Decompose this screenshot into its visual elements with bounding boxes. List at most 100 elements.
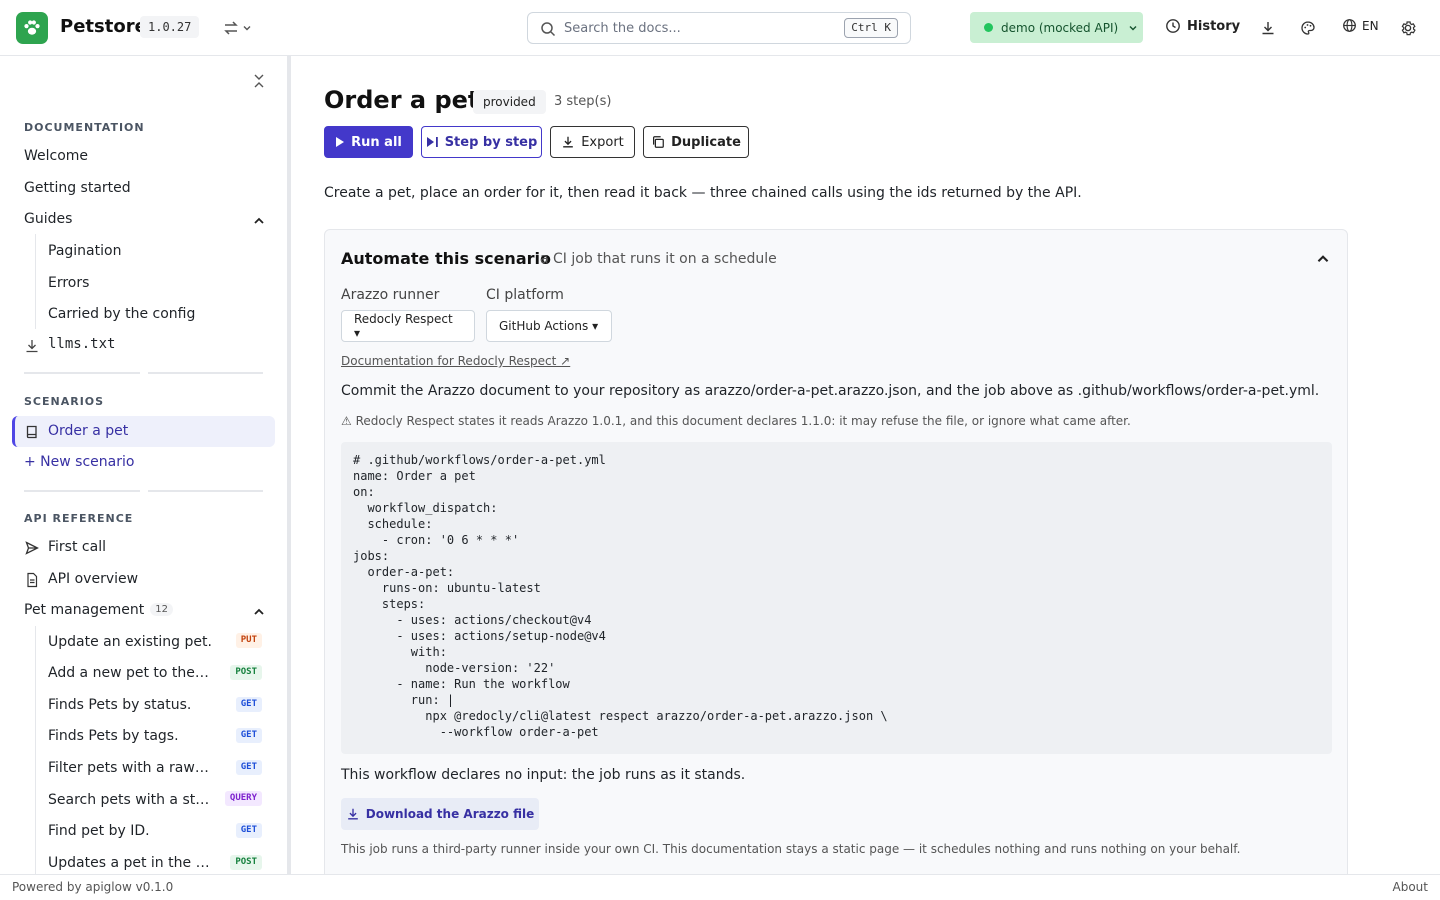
sidebar-item-welcome[interactable]: Welcome: [24, 148, 88, 164]
export-button[interactable]: Export: [550, 126, 635, 158]
run-all-button[interactable]: Run all: [324, 126, 413, 158]
automate-subtitle: a CI job that runs it on a schedule: [540, 251, 777, 267]
workflow-code-block[interactable]: # .github/workflows/order-a-pet.yml name…: [341, 442, 1332, 754]
search-box[interactable]: Ctrl K: [527, 12, 911, 44]
document-icon: [24, 572, 40, 588]
about-link[interactable]: About: [1393, 880, 1428, 894]
documentation-heading: DOCUMENTATION: [24, 121, 145, 134]
duplicate-label: Duplicate: [671, 134, 741, 150]
operation-item[interactable]: Updates a pet in the store.: [48, 855, 213, 871]
paw-logo-icon[interactable]: [16, 12, 48, 44]
step-forward-icon: [426, 137, 438, 147]
divider: [24, 372, 140, 374]
duplicate-button[interactable]: Duplicate: [643, 126, 749, 158]
download-arazzo-button[interactable]: Download the Arazzo file: [341, 798, 539, 830]
platform-value: GitHub Actions: [499, 319, 589, 333]
settings-gear-icon[interactable]: [1399, 19, 1417, 37]
book-icon: [24, 424, 40, 440]
export-label: Export: [581, 134, 624, 150]
automate-panel: Automate this scenario a CI job that run…: [324, 229, 1348, 889]
guides-tree-line: [35, 234, 36, 329]
method-badge: GET: [235, 697, 262, 712]
play-icon: [336, 137, 345, 147]
caret-down-icon: ▾: [354, 326, 361, 340]
version-warning: ⚠ Redocly Respect states it reads Arazzo…: [341, 414, 1131, 428]
chevron-down-icon: [243, 26, 251, 31]
operation-item[interactable]: Search pets with a structured query.: [48, 792, 213, 808]
history-label: History: [1187, 18, 1241, 34]
automate-title: Automate this scenario: [341, 249, 551, 268]
status-dot: [984, 23, 993, 32]
download-icon: [347, 808, 358, 820]
step-by-step-button[interactable]: Step by step: [421, 126, 542, 158]
provided-badge: provided: [473, 90, 546, 114]
sidebar-item-first-call[interactable]: First call: [48, 539, 106, 555]
caret-down-icon: ▾: [592, 319, 599, 333]
theme-palette-icon[interactable]: [1299, 19, 1317, 37]
operation-item[interactable]: Add a new pet to the store.: [48, 665, 213, 681]
pet-management-label: Pet management: [24, 602, 145, 618]
operation-item[interactable]: Find pet by ID.: [48, 823, 213, 839]
sidebar-item-guides[interactable]: Guides: [24, 211, 72, 227]
method-badge: QUERY: [224, 791, 262, 806]
sidebar-item-llms-txt[interactable]: llms.txt: [48, 336, 115, 352]
language-selector[interactable]: EN: [1342, 18, 1379, 33]
sidebar-item-getting-started[interactable]: Getting started: [24, 180, 131, 196]
environment-label: demo (mocked API): [1001, 20, 1119, 35]
sidebar: DOCUMENTATION Welcome Getting started Gu…: [0, 56, 288, 874]
operation-item[interactable]: Filter pets with a raw query.: [48, 760, 213, 776]
powered-by[interactable]: Powered by apiglow v0.1.0: [12, 880, 173, 894]
runner-value: Redocly Respect: [354, 312, 453, 326]
scenarios-heading: SCENARIOS: [24, 395, 105, 408]
sidebar-item-errors[interactable]: Errors: [48, 275, 89, 291]
chevron-up-icon[interactable]: [252, 604, 266, 618]
method-badge: POST: [230, 855, 262, 870]
method-badge: GET: [235, 760, 262, 775]
download-icon: [24, 338, 40, 354]
top-bar: Petstore 1.0.27 Ctrl K demo (mocked API)…: [0, 0, 1440, 56]
operation-item[interactable]: Finds Pets by status.: [48, 697, 213, 713]
sidebar-scrollbar[interactable]: [288, 56, 291, 874]
operations-tree-line: [35, 626, 36, 874]
runner-label: Arazzo runner: [341, 287, 440, 303]
chevron-up-icon[interactable]: [1315, 251, 1331, 267]
search-shortcut-hint: Ctrl K: [844, 18, 898, 38]
divider: [148, 372, 263, 374]
swap-arrows-icon: [224, 21, 238, 35]
sidebar-item-order-a-pet[interactable]: Order a pet: [48, 423, 128, 439]
search-icon: [541, 22, 556, 37]
sidebar-item-pagination[interactable]: Pagination: [48, 243, 121, 259]
new-scenario-link[interactable]: + New scenario: [24, 454, 134, 470]
operation-item[interactable]: Update an existing pet.: [48, 634, 213, 650]
search-input[interactable]: [564, 18, 834, 38]
version-badge: 1.0.27: [140, 16, 200, 38]
brand-name[interactable]: Petstore: [60, 16, 147, 37]
version-switch-button[interactable]: [222, 17, 258, 39]
method-badge: GET: [235, 728, 262, 743]
send-icon: [24, 540, 40, 556]
steps-count: 3 step(s): [554, 94, 612, 109]
language-label: EN: [1362, 18, 1379, 33]
collapse-sidebar-icon[interactable]: [250, 72, 268, 90]
chevron-down-icon: [1129, 25, 1137, 30]
globe-icon: [1343, 19, 1356, 32]
environment-selector[interactable]: demo (mocked API): [970, 12, 1143, 43]
download-icon[interactable]: [1259, 19, 1277, 37]
sidebar-item-api-overview[interactable]: API overview: [48, 571, 138, 587]
scenario-description: Create a pet, place an order for it, the…: [324, 185, 1082, 201]
method-badge: GET: [235, 823, 262, 838]
platform-select[interactable]: GitHub Actions ▾: [486, 310, 612, 342]
commit-instructions: Commit the Arazzo document to your repos…: [341, 383, 1320, 399]
no-input-note: This workflow declares no input: the job…: [341, 767, 746, 783]
operation-item[interactable]: Finds Pets by tags.: [48, 728, 213, 744]
clock-icon: [1166, 19, 1180, 33]
divider: [24, 490, 140, 492]
chevron-up-icon[interactable]: [252, 213, 266, 227]
sidebar-item-carried-by-config[interactable]: Carried by the config: [48, 306, 195, 322]
runner-select[interactable]: Redocly Respect ▾: [341, 310, 475, 342]
sidebar-item-pet-management[interactable]: Pet management 12: [24, 602, 174, 618]
platform-label: CI platform: [486, 287, 564, 303]
history-button[interactable]: History: [1165, 18, 1240, 34]
runner-docs-link[interactable]: Documentation for Redocly Respect ↗: [341, 354, 570, 368]
method-badge: POST: [230, 665, 262, 680]
